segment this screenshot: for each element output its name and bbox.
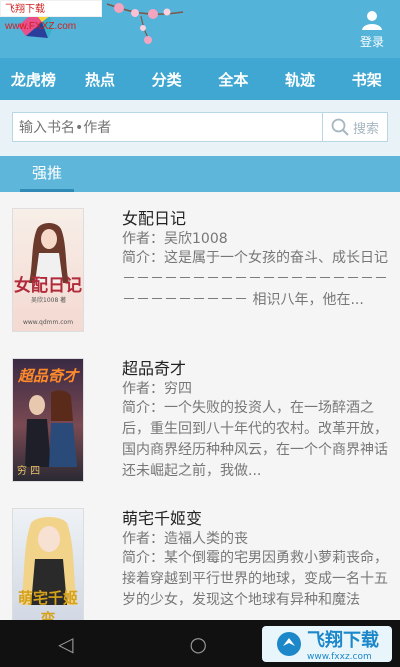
watermark-sub: www.fxxz.com — [307, 652, 372, 662]
cover-author: 穷 四 — [17, 466, 41, 477]
nav-item-bookshelf[interactable]: 书架 — [333, 69, 400, 90]
section-header: 强推 — [0, 156, 400, 192]
book-title[interactable]: 超品奇才 — [122, 355, 186, 379]
blossom-branch-icon — [106, 3, 184, 44]
book-description: 简介：这是属于一个女孩的奋斗、成长日记 －－－－－－－－－－－－－－－－－－－－… — [122, 250, 388, 308]
watermark-logo-icon — [277, 632, 301, 656]
cover-title: 女配日记 — [14, 276, 82, 296]
nav-item-categories[interactable]: 分类 — [133, 69, 200, 90]
book-title[interactable]: 女配日记 — [122, 205, 186, 229]
nav-item-rankings[interactable]: 龙虎榜 — [0, 69, 67, 90]
watermark-top: 飞翔下载 www.FXXZ.com — [0, 0, 102, 32]
book-author: 作者：吴欣1008 — [122, 231, 228, 247]
cover-figure-icon — [25, 390, 77, 467]
tab-recommended[interactable]: 强推 — [20, 156, 75, 192]
book-author: 作者：造福人类的丧 — [122, 531, 248, 547]
search-box: 搜索 — [12, 112, 388, 143]
watermark-main: 飞翔下载 — [307, 630, 379, 651]
login-label: 登录 — [359, 35, 384, 49]
search-icon — [331, 118, 349, 136]
nav-item-hot[interactable]: 热点 — [67, 69, 134, 90]
search-button-label: 搜索 — [352, 121, 379, 137]
back-icon[interactable]: ◁ — [58, 632, 73, 656]
book-item[interactable]: 女配日记 吴欣1008 著 www.qdmm.com 女配日记 作者：吴欣100… — [0, 192, 400, 342]
search-input[interactable] — [13, 113, 331, 143]
book-cover[interactable]: 超品奇才 穷 四 — [12, 358, 84, 482]
cover-site: www.qdmm.com — [22, 319, 74, 326]
search-bar: 搜索 — [0, 100, 400, 156]
book-cover[interactable]: 女配日记 吴欣1008 著 www.qdmm.com — [12, 208, 84, 332]
book-cover[interactable]: 萌宅千姬变 — [12, 508, 84, 620]
nav-item-complete[interactable]: 全本 — [200, 69, 267, 90]
book-description: 简介：一个失败的投资人，在一场醉酒之后，重生回到八十年代的农村。改革开放，国内商… — [122, 400, 388, 479]
book-author: 作者：穷四 — [122, 381, 192, 397]
search-button[interactable]: 搜索 — [322, 113, 387, 141]
book-item[interactable]: 萌宅千姬变 萌宅千姬变 作者：造福人类的丧 简介：某个倒霉的宅男因勇救小萝莉丧命… — [0, 492, 400, 620]
watermark-bottom: 飞翔下载 www.fxxz.com — [262, 626, 392, 662]
book-item[interactable]: 超品奇才 穷 四 超品奇才 作者：穷四 简介：一个失败的投资人，在一场醉酒之后，… — [0, 342, 400, 492]
top-nav: 龙虎榜 热点 分类 全本 轨迹 书架 — [0, 58, 400, 100]
login-button[interactable]: 登录 — [352, 10, 392, 50]
app-header: 飞翔下载 www.FXXZ.com 登录 — [0, 0, 400, 58]
cover-title: 超品奇才 — [17, 367, 78, 385]
book-description: 简介：某个倒霉的宅男因勇救小萝莉丧命，接着穿越到平行世界的地球，变成一名十五岁的… — [122, 550, 388, 608]
book-title[interactable]: 萌宅千姬变 — [122, 505, 202, 529]
user-icon — [362, 11, 382, 30]
cover-title: 萌宅千姬变 — [17, 589, 78, 620]
nav-item-history[interactable]: 轨迹 — [267, 69, 334, 90]
book-list: 女配日记 吴欣1008 著 www.qdmm.com 女配日记 作者：吴欣100… — [0, 192, 400, 620]
cover-author: 吴欣1008 著 — [31, 297, 67, 304]
home-icon[interactable]: ○ — [190, 632, 207, 656]
